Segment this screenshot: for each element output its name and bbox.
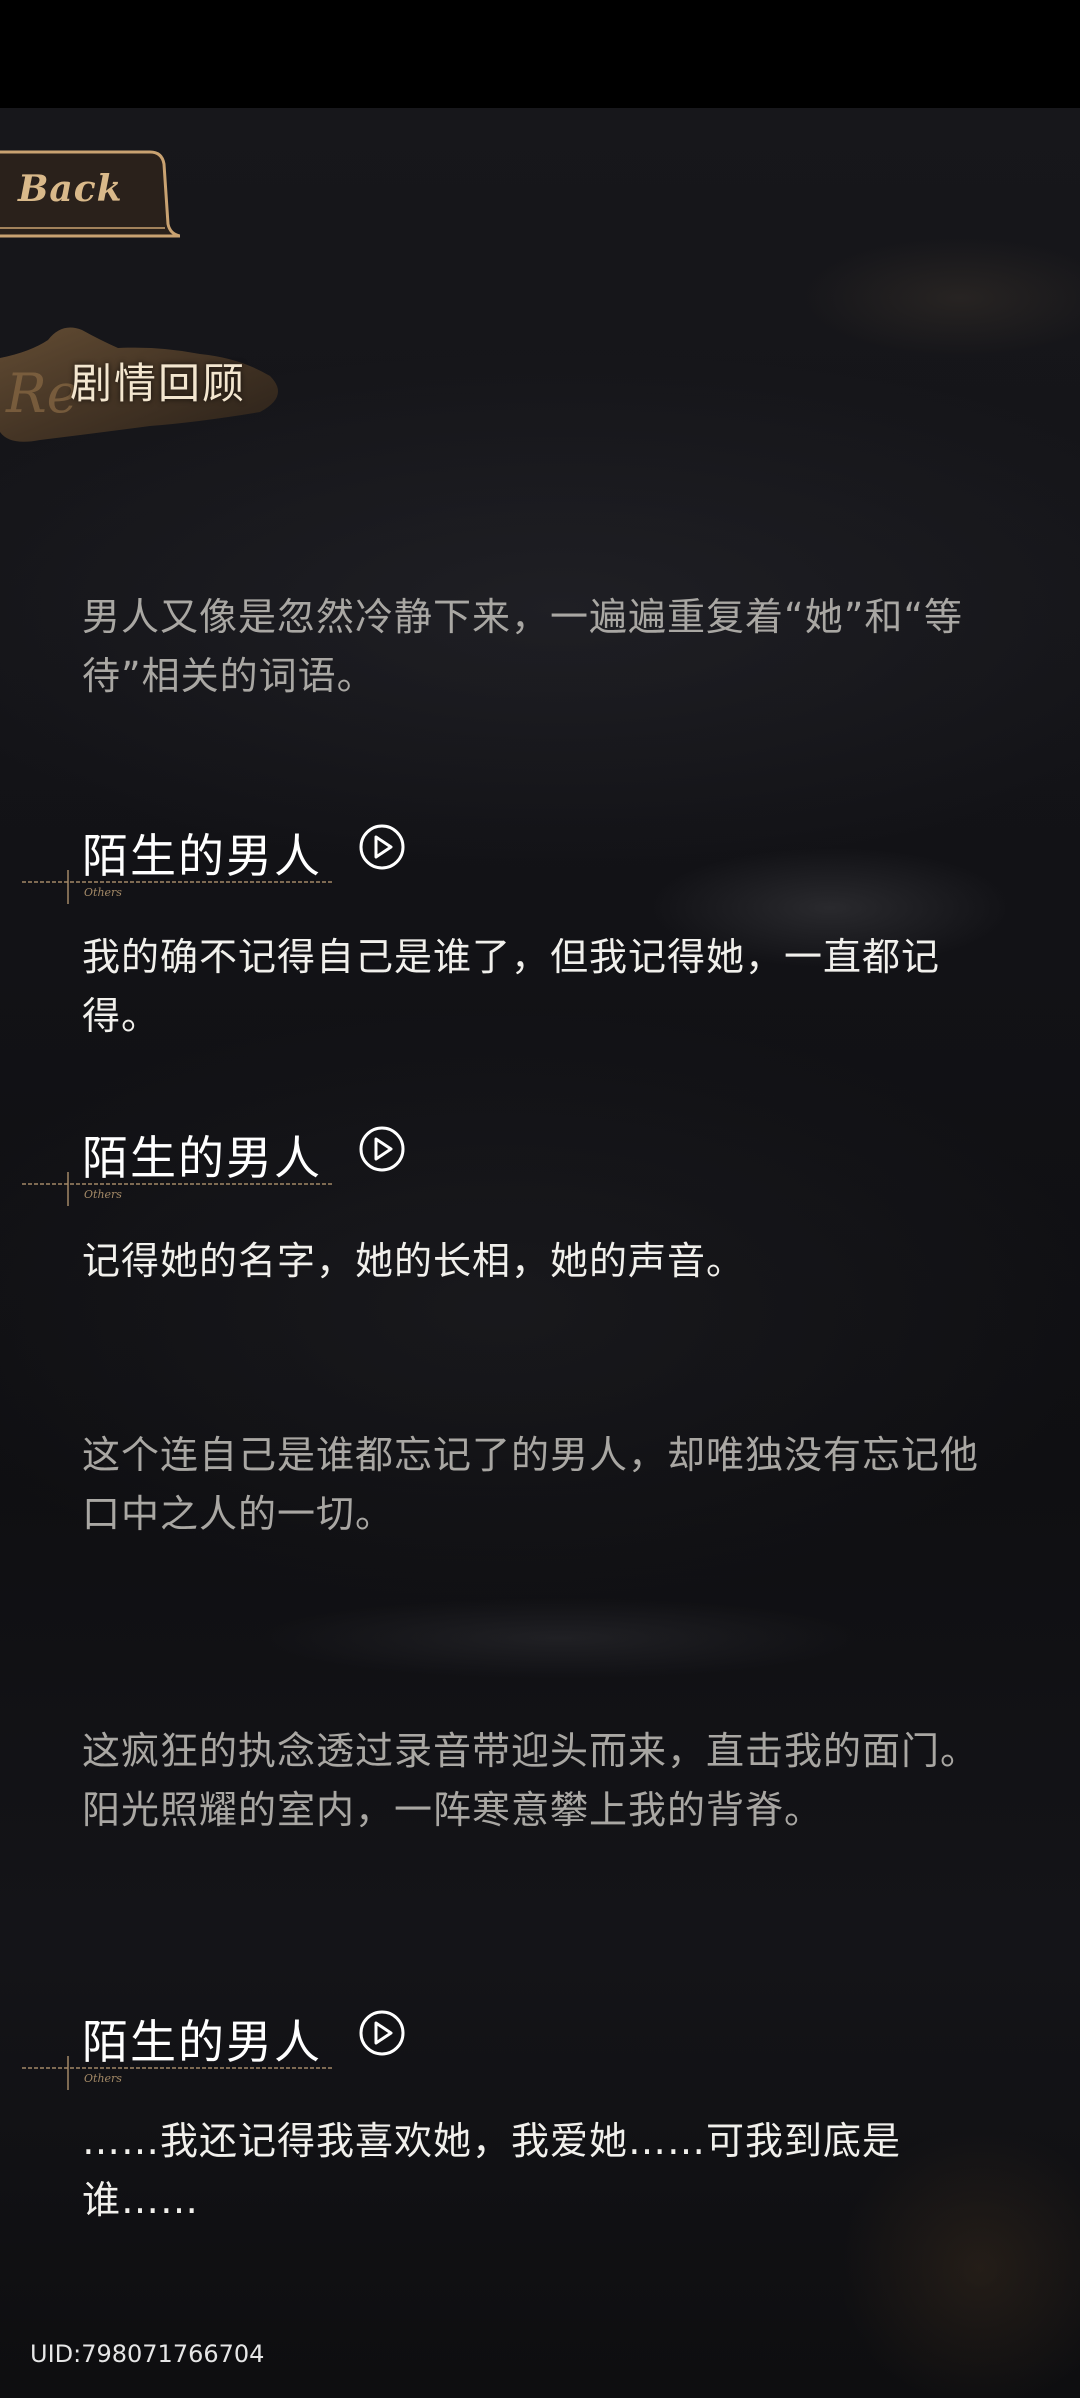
story-review-screen: Back Re 剧情回顾 男人又像是忽然冷静下来，一遍遍重复着“她”和“等待”相…	[0, 0, 1080, 2398]
dialogue-text: 记得她的名字，她的长相，她的声音。	[82, 1239, 746, 1283]
speaker-label: 陌生的男人 Others	[22, 2006, 442, 2090]
play-voice-icon[interactable]	[357, 1124, 407, 1174]
play-voice-icon[interactable]	[357, 2008, 407, 2058]
narration-text: 男人又像是忽然冷静下来，一遍遍重复着“她”和“等待”相关的词语。	[82, 595, 964, 698]
dialogue-text: 我的确不记得自己是谁了，但我记得她，一直都记得。	[82, 935, 941, 1038]
speaker-label: 陌生的男人 Others	[22, 1122, 442, 1206]
speaker-label: 陌生的男人 Others	[22, 820, 442, 904]
svg-text:Re: Re	[5, 362, 79, 425]
speaker-ornament-icon	[22, 1172, 332, 1206]
speaker-ornament-icon	[22, 2056, 332, 2090]
section-header: Re 剧情回顾	[0, 300, 300, 470]
dialogue-text: ……我还记得我喜欢她，我爱她……可我到底是谁……	[82, 2119, 902, 2222]
back-button[interactable]: Back	[0, 148, 180, 240]
speaker-tag: Others	[84, 886, 122, 899]
play-voice-icon[interactable]	[357, 822, 407, 872]
status-bar	[0, 0, 1080, 108]
uid-label: UID:798071766704	[30, 2340, 265, 2368]
narration-text: 这疯狂的执念透过录音带迎头而来，直击我的面门。阳光照耀的室内，一阵寒意攀上我的背…	[82, 1729, 980, 1832]
speaker-tag: Others	[84, 1188, 122, 1201]
section-title: 剧情回顾	[70, 359, 247, 408]
narration-text: 这个连自己是谁都忘记了的男人，却唯独没有忘记他口中之人的一切。	[82, 1433, 980, 1536]
back-label: Back	[18, 168, 123, 210]
speaker-tag: Others	[84, 2072, 122, 2085]
speaker-ornament-icon	[22, 870, 332, 904]
